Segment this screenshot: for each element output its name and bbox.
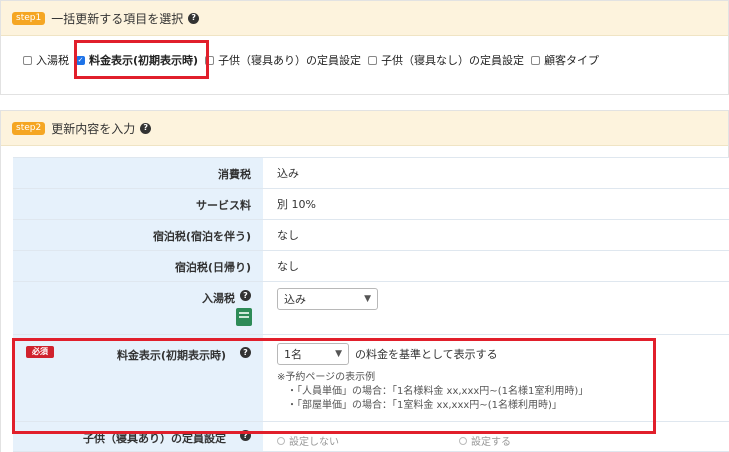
row-label: 入湯税 — [202, 292, 235, 305]
checkbox-icon[interactable] — [205, 55, 215, 65]
row-value: 別 10% — [263, 189, 729, 219]
checkbox-customer-type[interactable]: 顧客タイプ — [531, 52, 599, 68]
checkbox-label: 顧客タイプ — [544, 54, 600, 67]
row-label: 宿泊税(日帰り) — [13, 251, 263, 281]
checkbox-label: 子供（寝具あり）の定員設定 — [218, 54, 362, 67]
row-label-cell: 子供（寝具あり）の定員設定 ? — [13, 422, 263, 451]
checkbox-child-with-bed[interactable]: 子供（寝具あり）の定員設定 — [205, 52, 361, 68]
checkbox-label: 入湯税 — [36, 54, 69, 67]
radio-option-set[interactable]: 設定する — [459, 430, 511, 451]
table-row: 宿泊税(宿泊を伴う) なし — [13, 220, 729, 251]
help-icon[interactable]: ? — [240, 290, 251, 301]
radio-label: 設定する — [471, 437, 511, 448]
checkbox-icon[interactable] — [368, 55, 378, 65]
radio-icon[interactable] — [459, 436, 467, 445]
step1-panel: step1 一括更新する項目を選択 ? 入湯税 ✓ 料金表示(初期表示時) 子供… — [0, 0, 729, 95]
chevron-down-icon: ▼ — [364, 294, 371, 304]
help-icon[interactable]: ? — [240, 430, 251, 441]
step1-badge: step1 — [12, 11, 46, 25]
table-row: 宿泊税(日帰り) なし — [13, 251, 729, 282]
row-value: なし — [263, 220, 729, 250]
table-row-bath-tax: 入湯税 ? 込み ▼ — [13, 282, 729, 335]
table-row: 消費税 込み — [13, 158, 729, 189]
step1-title: 一括更新する項目を選択 — [51, 11, 184, 26]
row-value-cell: 1名 ▼ の料金を基準として表示する ※予約ページの表示例 ・「人員単価」の場合… — [263, 335, 729, 421]
row-value-cell: 設定しない 設定する — [263, 422, 729, 451]
update-items-checkboxes: 入湯税 ✓ 料金表示(初期表示時) 子供（寝具あり）の定員設定 子供（寝具なし）… — [23, 47, 606, 73]
price-basis-line: 1名 ▼ の料金を基準として表示する — [277, 343, 729, 365]
checkbox-icon[interactable] — [531, 55, 541, 65]
step2-title: 更新内容を入力 — [51, 121, 136, 136]
select-value: 込み — [284, 293, 306, 306]
note-title: ※予約ページの表示例 — [277, 372, 376, 383]
row-label-cell: 必須 料金表示(初期表示時) ? — [13, 335, 263, 421]
checkbox-icon[interactable] — [23, 55, 32, 65]
select-value: 1名 — [284, 348, 302, 361]
table-row: サービス料 別 10% — [13, 189, 729, 220]
display-example-note: ※予約ページの表示例 ・「人員単価」の場合：「1名様料金 xx,xxx円~(1名… — [277, 371, 729, 413]
book-icon[interactable] — [236, 308, 252, 326]
chevron-down-icon: ▼ — [335, 349, 342, 359]
bath-tax-select[interactable]: 込み ▼ — [277, 288, 378, 310]
table-row-child-bed: 子供（寝具あり）の定員設定 ? 設定しない 設定する — [13, 422, 729, 452]
row-value-cell: 込み ▼ — [263, 282, 729, 334]
price-basis-select[interactable]: 1名 ▼ — [277, 343, 349, 365]
step1-header: step1 一括更新する項目を選択 ? — [1, 1, 728, 36]
note-line: ・「部屋単価」の場合：「1室料金 xx,xxx円~(1名様利用時)」 — [287, 400, 562, 411]
checkbox-bath-tax[interactable]: 入湯税 — [23, 52, 69, 68]
checkbox-checked-icon[interactable]: ✓ — [76, 55, 85, 65]
table-row-price-display: 必須 料金表示(初期表示時) ? 1名 ▼ の料金を基準として表示する ※予約ペ… — [13, 335, 729, 422]
row-value: 込み — [263, 158, 729, 188]
checkbox-label: 子供（寝具なし）の定員設定 — [381, 54, 525, 67]
help-icon[interactable]: ? — [188, 12, 200, 24]
row-value: なし — [263, 251, 729, 281]
row-label: サービス料 — [13, 189, 263, 219]
step2-badge: step2 — [12, 121, 46, 135]
row-label: 料金表示(初期表示時) — [116, 349, 226, 362]
row-label: 子供（寝具あり）の定員設定 — [83, 432, 226, 445]
row-label: 宿泊税(宿泊を伴う) — [13, 220, 263, 250]
help-icon[interactable]: ? — [240, 347, 251, 358]
row-label: 消費税 — [13, 158, 263, 188]
checkbox-label: 料金表示(初期表示時) — [89, 54, 199, 67]
radio-label: 設定しない — [289, 437, 339, 448]
help-icon[interactable]: ? — [140, 122, 152, 134]
update-content-table: 消費税 込み サービス料 別 10% 宿泊税(宿泊を伴う) なし 宿泊税(日帰り… — [13, 157, 729, 452]
required-badge: 必須 — [26, 346, 54, 358]
checkbox-price-display[interactable]: ✓ 料金表示(初期表示時) — [76, 52, 198, 68]
checkbox-child-no-bed[interactable]: 子供（寝具なし）の定員設定 — [368, 52, 524, 68]
step2-panel: step2 更新内容を入力 ? 消費税 込み サービス料 別 10% 宿泊税(宿… — [0, 110, 729, 452]
step2-header: step2 更新内容を入力 ? — [1, 111, 728, 146]
select-suffix: の料金を基準として表示する — [355, 348, 498, 361]
row-label-cell: 入湯税 ? — [13, 282, 263, 334]
radio-option-none[interactable]: 設定しない — [277, 430, 339, 451]
note-line: ・「人員単価」の場合：「1名様料金 xx,xxx円~(1名様1室利用時)」 — [287, 386, 589, 397]
radio-icon[interactable] — [277, 436, 285, 445]
